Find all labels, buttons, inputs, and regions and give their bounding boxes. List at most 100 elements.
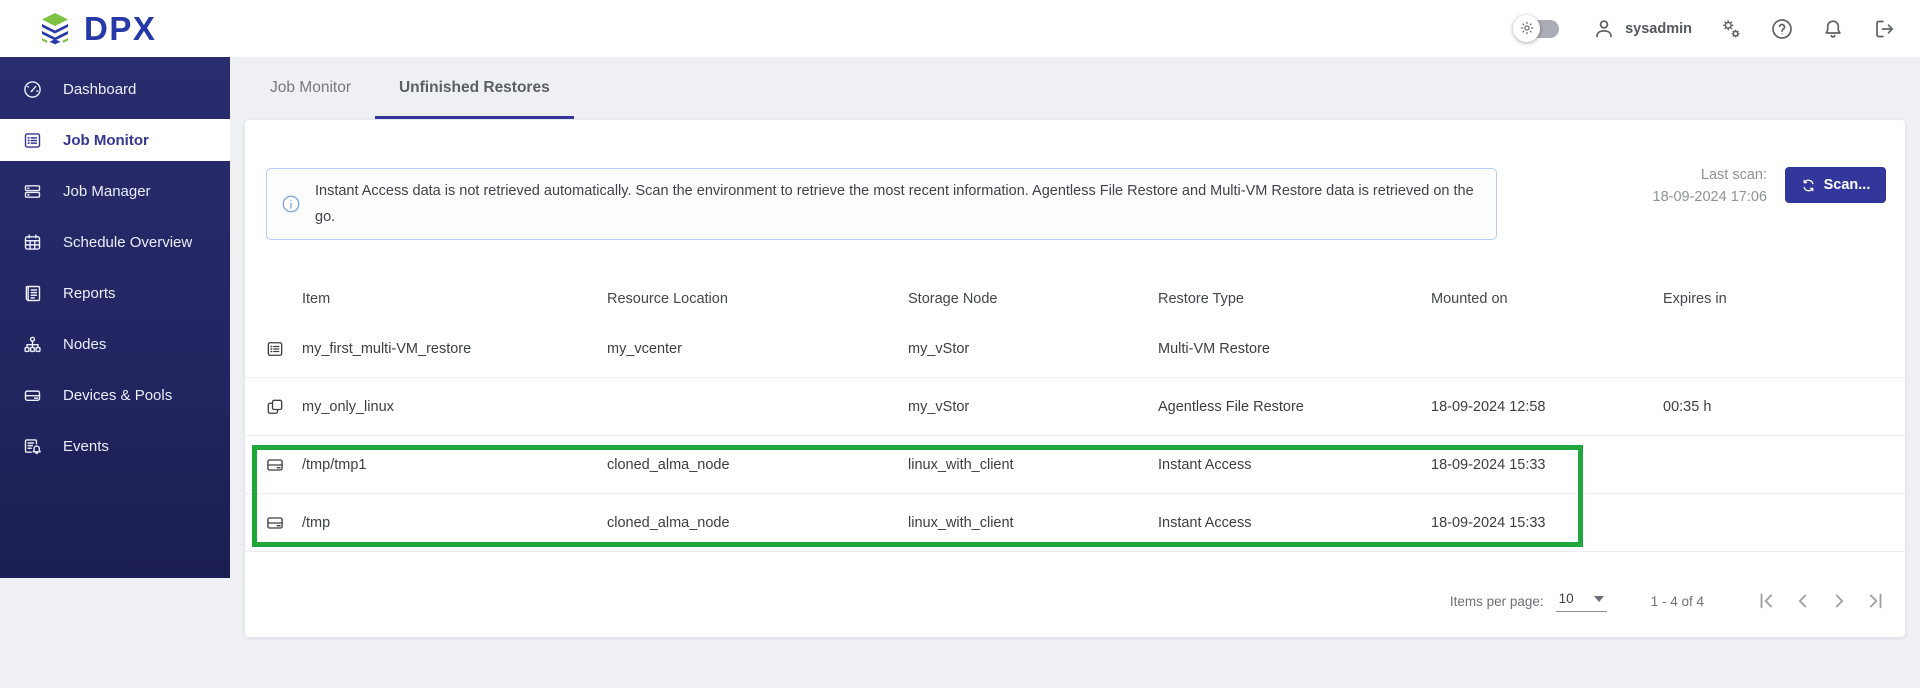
cell-restore-type: Instant Access bbox=[1158, 456, 1252, 473]
cell-item: my_first_multi-VM_restore bbox=[302, 340, 472, 357]
sidebar-item-label: Job Manager bbox=[63, 182, 151, 200]
last-scan-time: 18-09-2024 17:06 bbox=[1652, 189, 1768, 205]
column-header-storage-node: Storage Node bbox=[908, 290, 998, 307]
notifications-bell-icon[interactable] bbox=[1821, 17, 1845, 41]
logout-icon[interactable] bbox=[1872, 17, 1896, 41]
cell-item: /tmp/tmp1 bbox=[302, 456, 367, 473]
sidebar-item-dashboard[interactable]: Dashboard bbox=[0, 68, 230, 110]
top-bar: DPX sysadmin bbox=[0, 0, 1920, 57]
topbar-actions: sysadmin bbox=[1513, 14, 1896, 42]
prev-page-button[interactable] bbox=[1792, 590, 1814, 612]
dpx-logo[interactable]: DPX bbox=[37, 12, 156, 46]
sidebar-item-events[interactable]: Events bbox=[0, 425, 230, 467]
items-per-page-label: Items per page: bbox=[1449, 593, 1544, 609]
cell-item: /tmp bbox=[302, 514, 331, 531]
tab-label: Unfinished Restores bbox=[398, 79, 550, 96]
sidebar-item-job-monitor[interactable]: Job Monitor bbox=[0, 119, 230, 161]
refresh-icon bbox=[1803, 179, 1814, 191]
dpx-logo-text: DPX bbox=[84, 10, 157, 47]
cell-mounted-on: 18-09-2024 15:33 bbox=[1431, 514, 1546, 531]
cell-expires-in: 00:35 h bbox=[1663, 398, 1712, 415]
sidebar-item-label: Reports bbox=[63, 284, 116, 302]
agentless-file-restore-icon bbox=[267, 399, 283, 414]
cell-storage-node: my_vStor bbox=[908, 398, 970, 415]
table-header-row: Item Resource Location Storage Node Rest… bbox=[245, 277, 1905, 320]
cell-mounted-on: 18-09-2024 15:33 bbox=[1431, 456, 1546, 473]
scan-button[interactable]: Scan... bbox=[1785, 167, 1886, 203]
sidebar-item-schedule-overview[interactable]: Schedule Overview bbox=[0, 221, 230, 263]
reports-icon bbox=[25, 285, 41, 301]
sidebar-item-reports[interactable]: Reports bbox=[0, 272, 230, 314]
sidebar-item-label: Nodes bbox=[63, 335, 107, 353]
cell-resource-location: my_vcenter bbox=[607, 340, 682, 357]
scan-button-label: Scan... bbox=[1823, 177, 1871, 193]
job-monitor-icon bbox=[24, 132, 41, 148]
sidebar-item-nodes[interactable]: Nodes bbox=[0, 323, 230, 365]
pagination: Items per page: 10 1 - 4 of 4 bbox=[1450, 584, 1886, 618]
sidebar-item-label: Schedule Overview bbox=[63, 233, 193, 251]
tab-unfinished-restores[interactable]: Unfinished Restores bbox=[374, 57, 574, 119]
cell-restore-type: Instant Access bbox=[1158, 514, 1252, 531]
unfinished-restores-panel: Instant Access data is not retrieved aut… bbox=[245, 120, 1905, 637]
tab-job-monitor[interactable]: Job Monitor bbox=[246, 57, 375, 119]
theme-toggle[interactable] bbox=[1513, 14, 1560, 42]
dpx-logo-icon bbox=[37, 12, 73, 46]
info-banner: Instant Access data is not retrieved aut… bbox=[266, 168, 1497, 240]
cell-storage-node: linux_with_client bbox=[908, 456, 1014, 473]
sidebar-item-label: Events bbox=[63, 437, 109, 455]
info-icon bbox=[282, 195, 300, 213]
last-scan-label: Last scan: bbox=[1700, 167, 1767, 183]
next-page-button[interactable] bbox=[1828, 590, 1850, 612]
table-row[interactable]: /tmp cloned_alma_node linux_with_client … bbox=[245, 494, 1905, 552]
cell-storage-node: linux_with_client bbox=[908, 514, 1014, 531]
pager-buttons bbox=[1756, 590, 1886, 612]
table-row[interactable]: my_first_multi-VM_restore my_vcenter my_… bbox=[245, 320, 1905, 378]
cell-resource-location: cloned_alma_node bbox=[607, 514, 730, 531]
person-icon bbox=[1596, 19, 1612, 37]
help-icon[interactable] bbox=[1770, 17, 1794, 41]
settings-gears-icon[interactable] bbox=[1719, 17, 1743, 41]
column-header-restore-type: Restore Type bbox=[1158, 290, 1244, 307]
gear-toggle-icon bbox=[1513, 14, 1541, 42]
tab-label: Job Monitor bbox=[270, 79, 351, 96]
disk-icon bbox=[267, 516, 283, 529]
cell-restore-type: Agentless File Restore bbox=[1158, 398, 1304, 415]
sidebar-item-label: Job Monitor bbox=[63, 131, 149, 149]
first-page-button[interactable] bbox=[1756, 590, 1778, 612]
sidebar-item-label: Devices & Pools bbox=[63, 386, 173, 404]
last-page-button[interactable] bbox=[1864, 590, 1886, 612]
page-size-select[interactable]: 10 bbox=[1555, 590, 1607, 612]
sidebar-item-devices-pools[interactable]: Devices & Pools bbox=[0, 374, 230, 416]
cell-restore-type: Multi-VM Restore bbox=[1158, 340, 1270, 357]
column-header-mounted-on: Mounted on bbox=[1431, 290, 1508, 307]
disk-icon bbox=[267, 458, 283, 471]
cell-mounted-on: 18-09-2024 12:58 bbox=[1431, 398, 1546, 415]
multi-vm-restore-icon bbox=[267, 341, 283, 356]
column-header-resource-location: Resource Location bbox=[607, 290, 728, 307]
table-row[interactable]: my_only_linux my_vStor Agentless File Re… bbox=[245, 378, 1905, 436]
dashboard-icon bbox=[24, 80, 41, 98]
nodes-icon bbox=[24, 336, 41, 352]
job-manager-icon bbox=[24, 184, 41, 198]
last-scan: Last scan: 18-09-2024 17:06 bbox=[1653, 164, 1768, 208]
devices-pools-icon bbox=[24, 389, 41, 401]
sidebar-item-job-manager[interactable]: Job Manager bbox=[0, 170, 230, 212]
restores-table: Item Resource Location Storage Node Rest… bbox=[245, 277, 1905, 552]
info-banner-text: Instant Access data is not retrieved aut… bbox=[315, 183, 1474, 225]
sidebar: Dashboard Job Monitor Job Manager Schedu… bbox=[0, 57, 230, 578]
page-size-value: 10 bbox=[1558, 590, 1574, 606]
column-header-item: Item bbox=[302, 290, 331, 307]
page-range-label: 1 - 4 of 4 bbox=[1650, 593, 1704, 609]
chevron-down-icon bbox=[1593, 595, 1604, 602]
tab-bar: Job Monitor Unfinished Restores bbox=[246, 57, 574, 119]
cell-storage-node: my_vStor bbox=[908, 340, 970, 357]
cell-resource-location: cloned_alma_node bbox=[607, 456, 730, 473]
username: sysadmin bbox=[1625, 20, 1692, 37]
cell-item: my_only_linux bbox=[302, 398, 394, 415]
table-row[interactable]: /tmp/tmp1 cloned_alma_node linux_with_cl… bbox=[245, 436, 1905, 494]
schedule-icon bbox=[24, 233, 41, 250]
column-header-expires-in: Expires in bbox=[1663, 290, 1727, 307]
events-icon bbox=[24, 438, 41, 454]
sidebar-item-label: Dashboard bbox=[63, 80, 137, 98]
user-menu[interactable]: sysadmin bbox=[1592, 17, 1692, 41]
